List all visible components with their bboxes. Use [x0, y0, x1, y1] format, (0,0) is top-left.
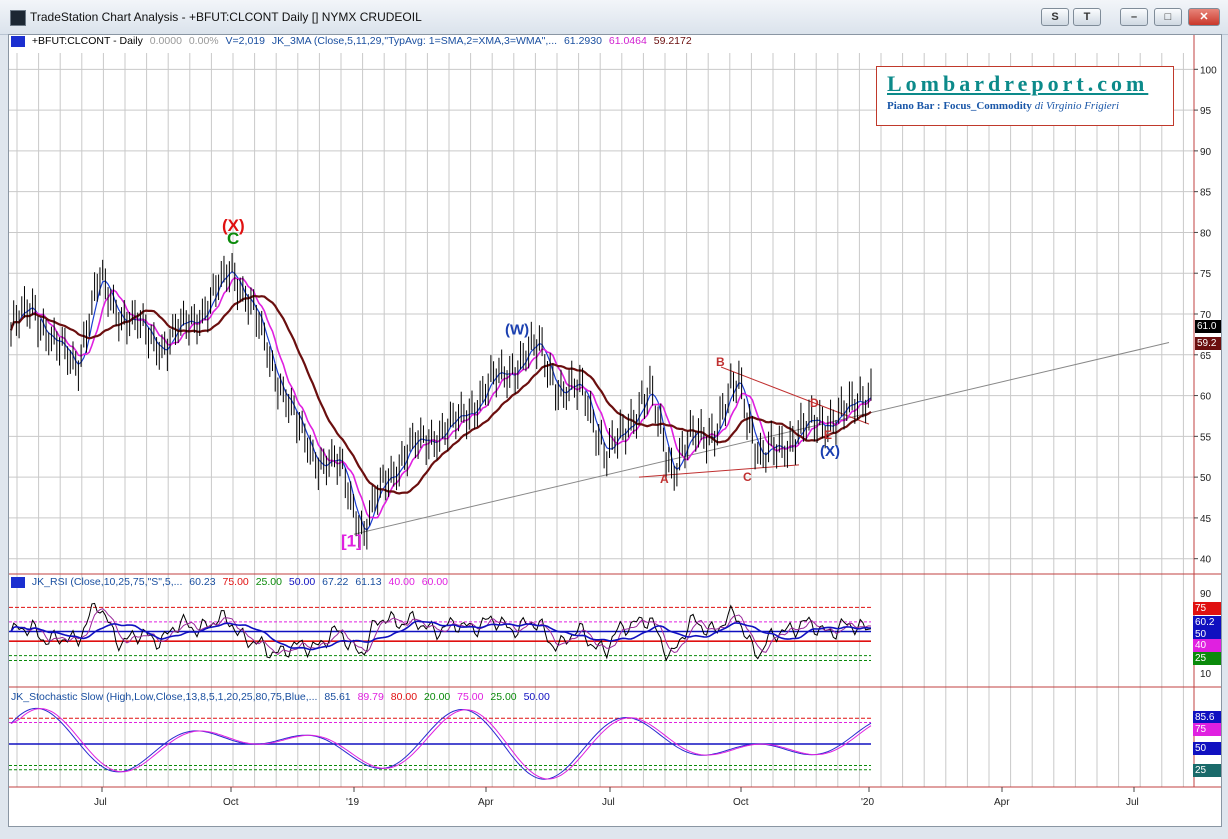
- window-title: TradeStation Chart Analysis - +BFUT:CLCO…: [30, 10, 422, 24]
- indicator-name: JK_3MA (Close,5,11,29,"TypAvg: 1=SMA,2=X…: [271, 35, 558, 47]
- status-bar: [0, 827, 1228, 839]
- wave-label: E: [824, 428, 832, 442]
- time-axis-label: Jul: [94, 797, 107, 808]
- price-axis-label: 45: [1200, 514, 1212, 525]
- rsi-axis-label: 90: [1200, 589, 1212, 600]
- ma1-value: 61.2930: [563, 35, 602, 47]
- long-trend-line: [353, 342, 1170, 535]
- stoch-tag-75: 75: [1193, 723, 1221, 736]
- price-tag-close: 61.0: [1195, 320, 1221, 333]
- wave-label: C: [743, 470, 752, 484]
- time-link-button[interactable]: T: [1073, 8, 1101, 26]
- ma3-value: 59.2172: [653, 35, 692, 47]
- trend-lines: [353, 342, 1170, 535]
- rsi-axis-label: 10: [1200, 669, 1212, 680]
- time-axis-label: Apr: [994, 797, 1010, 808]
- wave-label: (W): [505, 321, 529, 338]
- price-legend: +BFUT:CLCONT - Daily 0.0000 0.00% V=2,01…: [11, 35, 696, 47]
- price-axis-label: 50: [1200, 473, 1212, 484]
- time-axis-label: Jul: [602, 797, 615, 808]
- lombard-title: Lombardreport.com: [887, 71, 1149, 96]
- wave-labels: (X)C(W)[1]ABCDE(X): [222, 216, 840, 551]
- price-axis-label: 85: [1200, 188, 1212, 199]
- price-axis-label: 55: [1200, 432, 1212, 443]
- rsi-tag-75: 75: [1193, 602, 1221, 615]
- price-axis-label: 95: [1200, 106, 1212, 117]
- price-axis-label: 65: [1200, 351, 1212, 362]
- rsi-average-line: [10, 620, 872, 651]
- price-axis-label: 75: [1200, 269, 1212, 280]
- rsi-legend: JK_RSI (Close,10,25,75,"S",5,... 60.23 7…: [11, 576, 452, 588]
- wave-label: D: [810, 396, 819, 410]
- time-axis-label: '19: [346, 797, 359, 808]
- minimize-button[interactable]: –: [1120, 8, 1148, 26]
- chart-area[interactable]: 100 95 90 85 80 75 70 65 60 55 50 45 40 90 10 Jul Oct '19…: [8, 34, 1222, 827]
- price-axis-label: 60: [1200, 392, 1212, 403]
- price-axis-label: 100: [1200, 65, 1217, 76]
- rsi-name: JK_RSI (Close,10,25,75,"S",5,...: [31, 576, 183, 588]
- wave-label: [1]: [341, 531, 362, 550]
- tradestation-app-icon: [10, 10, 26, 26]
- price-bars: [10, 253, 872, 550]
- volume-value: V=2,019: [225, 35, 265, 47]
- time-axis-label: Apr: [478, 797, 494, 808]
- lombard-report-box: Lombardreport.com Piano Bar : Focus_Comm…: [876, 66, 1174, 126]
- symbol-label: +BFUT:CLCONT - Daily: [31, 35, 143, 47]
- stoch-legend: JK_Stochastic Slow (High,Low,Close,13,8,…: [11, 691, 550, 703]
- time-axis-label: Oct: [733, 797, 749, 808]
- lombard-subtitle: Piano Bar : Focus_Commodity di Virginio …: [887, 100, 1120, 112]
- price-axis-label: 80: [1200, 228, 1212, 239]
- change-pct: 0.00%: [188, 35, 219, 47]
- pane-icon: [11, 35, 25, 47]
- stoch-name: JK_Stochastic Slow (High,Low,Close,13,8,…: [11, 691, 318, 703]
- stoch-tag-25: 25: [1193, 764, 1221, 777]
- wave-label: (X): [820, 443, 840, 460]
- rsi-tag-25: 25: [1193, 652, 1221, 665]
- price-axis-label: 40: [1200, 555, 1212, 566]
- chart-svg[interactable]: 1009590858075706560555045409010Jul Oct '19…: [9, 35, 1221, 826]
- change-value: 0.0000: [149, 35, 182, 47]
- stoch-tag-50: 50: [1193, 742, 1221, 755]
- wave-label: A: [660, 472, 669, 486]
- rsi-tag-40: 40: [1193, 639, 1221, 652]
- close-button[interactable]: ✕: [1188, 8, 1220, 26]
- pane-icon: [11, 576, 25, 588]
- wave-label: C: [227, 229, 239, 248]
- ma2-value: 61.0464: [608, 35, 647, 47]
- price-tag-ma: 59.2: [1195, 337, 1221, 350]
- time-axis-label: Oct: [223, 797, 239, 808]
- title-bar: TradeStation Chart Analysis - +BFUT:CLCO…: [0, 0, 1228, 35]
- time-axis-label: Jul: [1126, 797, 1139, 808]
- maximize-button[interactable]: □: [1154, 8, 1182, 26]
- wave-label: B: [716, 355, 725, 369]
- symbol-link-button[interactable]: S: [1041, 8, 1069, 26]
- stochastic-pane-lines: [9, 707, 872, 780]
- time-axis-label: '20: [861, 797, 874, 808]
- rsi-pane-lines: [9, 602, 872, 662]
- price-axis-label: 90: [1200, 147, 1212, 158]
